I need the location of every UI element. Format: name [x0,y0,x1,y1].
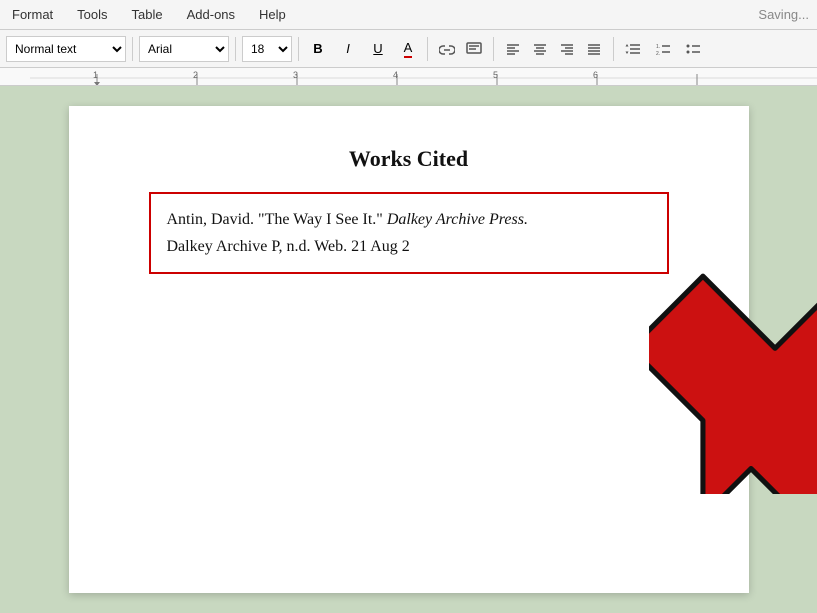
numbered-list-icon: 1. 2. [655,42,671,56]
menu-bar: Format Tools Table Add-ons Help Saving..… [0,0,817,30]
saving-status: Saving... [758,7,809,22]
font-size-select[interactable]: 18 [242,36,292,62]
citation-line-2: Dalkey Archive P, n.d. Web. 21 Aug 2 [167,233,651,260]
menu-help[interactable]: Help [255,5,290,24]
menu-tools[interactable]: Tools [73,5,111,24]
justify-button[interactable] [581,36,607,62]
svg-text:1: 1 [93,70,98,80]
align-center-button[interactable] [527,36,553,62]
svg-text:5: 5 [493,70,498,80]
toolbar: Normal text Arial 18 B I U A [0,30,817,68]
svg-text:3: 3 [293,70,298,80]
align-center-icon [533,43,547,55]
svg-text:6: 6 [593,70,598,80]
align-left-button[interactable] [500,36,526,62]
align-left-icon [506,43,520,55]
bold-button[interactable]: B [305,36,331,62]
citation-box: Antin, David. "The Way I See It." Dalkey… [149,192,669,274]
ruler: 1 2 3 4 5 6 [0,68,817,86]
justify-icon [587,43,601,55]
svg-text:2.: 2. [656,51,660,56]
comment-button[interactable] [461,36,487,62]
page: Works Cited Antin, David. "The Way I See… [69,106,749,593]
page-title: Works Cited [129,146,689,172]
align-right-icon [560,43,574,55]
ruler-svg: 1 2 3 4 5 6 [0,68,817,86]
underline-button[interactable]: U [365,36,391,62]
menu-format[interactable]: Format [8,5,57,24]
document-area: Works Cited Antin, David. "The Way I See… [0,86,817,613]
citation-normal-text: Antin, David. "The Way I See It." [167,211,387,228]
comment-icon [466,42,482,56]
line-spacing-icon [625,42,641,56]
link-button[interactable] [434,36,460,62]
menu-table[interactable]: Table [128,5,167,24]
svg-text:2: 2 [193,70,198,80]
paragraph-style-select[interactable]: Normal text [6,36,126,62]
font-color-button[interactable]: A [395,36,421,62]
link-group [434,36,487,62]
bullet-list-button[interactable] [680,36,706,62]
align-right-button[interactable] [554,36,580,62]
font-select[interactable]: Arial [139,36,229,62]
font-color-a: A [404,40,413,58]
sep1 [132,37,133,61]
link-icon [439,43,455,55]
italic-button[interactable]: I [335,36,361,62]
sep4 [427,37,428,61]
citation-line-1: Antin, David. "The Way I See It." Dalkey… [167,206,651,233]
sep5 [493,37,494,61]
menu-addons[interactable]: Add-ons [183,5,239,24]
align-group [500,36,607,62]
numbered-list-button[interactable]: 1. 2. [650,36,676,62]
bullet-list-icon [685,42,701,56]
sep6 [613,37,614,61]
sep2 [235,37,236,61]
citation-italic-text: Dalkey Archive Press. [387,211,528,228]
svg-text:4: 4 [393,70,398,80]
line-spacing-button[interactable] [620,36,646,62]
svg-text:1.: 1. [656,44,660,50]
red-arrow [649,214,817,494]
sep3 [298,37,299,61]
